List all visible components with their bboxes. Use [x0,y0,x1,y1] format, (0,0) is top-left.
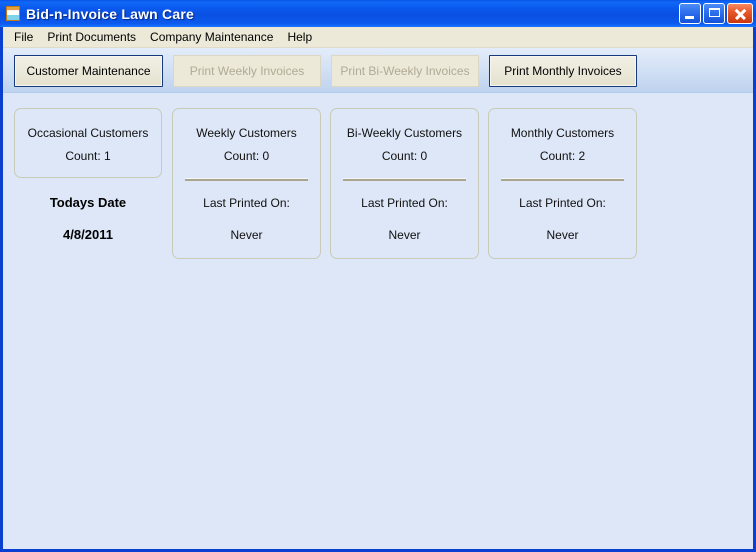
print-weekly-invoices-button[interactable]: Print Weekly Invoices [173,55,321,87]
application-window: Bid-n-Invoice Lawn Care File Print Docum… [0,0,756,552]
monthly-last-printed-value: Never [546,228,579,242]
maximize-button[interactable] [703,3,725,24]
weekly-last-printed-value: Never [230,228,263,242]
bi-weekly-last-printed-value: Never [388,228,421,242]
monthly-customers-title: Monthly Customers [510,126,615,140]
title-bar[interactable]: Bid-n-Invoice Lawn Care [0,0,756,27]
menu-item-help[interactable]: Help [280,28,319,46]
print-bi-weekly-invoices-button[interactable]: Print Bi-Weekly Invoices [331,55,479,87]
occasional-customers-panel: Occasional Customers Count: 1 [14,108,162,178]
bi-weekly-customers-panel: Bi-Weekly Customers Count: 0 Last Printe… [330,108,479,259]
toolbar: Customer Maintenance Print Weekly Invoic… [3,48,753,93]
weekly-customers-count: Count: 0 [223,149,270,163]
maximize-icon [709,8,720,17]
minimize-button[interactable] [679,3,701,24]
clipboard-icon [5,5,21,22]
minimize-icon [685,16,694,19]
window-controls [679,3,753,24]
weekly-customers-title: Weekly Customers [196,126,297,140]
weekly-last-printed-label: Last Printed On: [203,196,290,210]
todays-date-value: 4/8/2011 [63,227,113,242]
bi-weekly-panel-divider [343,178,466,181]
bi-weekly-customers-title: Bi-Weekly Customers [346,126,463,140]
bi-weekly-customers-count: Count: 0 [381,149,428,163]
close-button[interactable] [727,3,753,24]
weekly-customers-panel: Weekly Customers Count: 0 Last Printed O… [172,108,321,259]
todays-date-heading: Todays Date [49,195,127,210]
menu-item-company-maintenance[interactable]: Company Maintenance [143,28,280,46]
menu-item-print-documents[interactable]: Print Documents [40,28,143,46]
window-title: Bid-n-Invoice Lawn Care [26,5,194,22]
bi-weekly-last-printed-label: Last Printed On: [361,196,448,210]
monthly-last-printed-label: Last Printed On: [519,196,606,210]
menu-bar: File Print Documents Company Maintenance… [3,27,753,48]
menu-item-file[interactable]: File [7,28,40,46]
monthly-panel-divider [501,178,624,181]
monthly-customers-count: Count: 2 [539,149,586,163]
print-monthly-invoices-button[interactable]: Print Monthly Invoices [489,55,637,87]
weekly-panel-divider [185,178,308,181]
occasional-customers-count: Count: 1 [65,149,111,163]
occasional-customers-title: Occasional Customers [27,126,149,140]
client-area: Customer Maintenance Print Weekly Invoic… [3,48,753,549]
monthly-customers-panel: Monthly Customers Count: 2 Last Printed … [488,108,637,259]
customer-maintenance-button[interactable]: Customer Maintenance [14,55,163,87]
